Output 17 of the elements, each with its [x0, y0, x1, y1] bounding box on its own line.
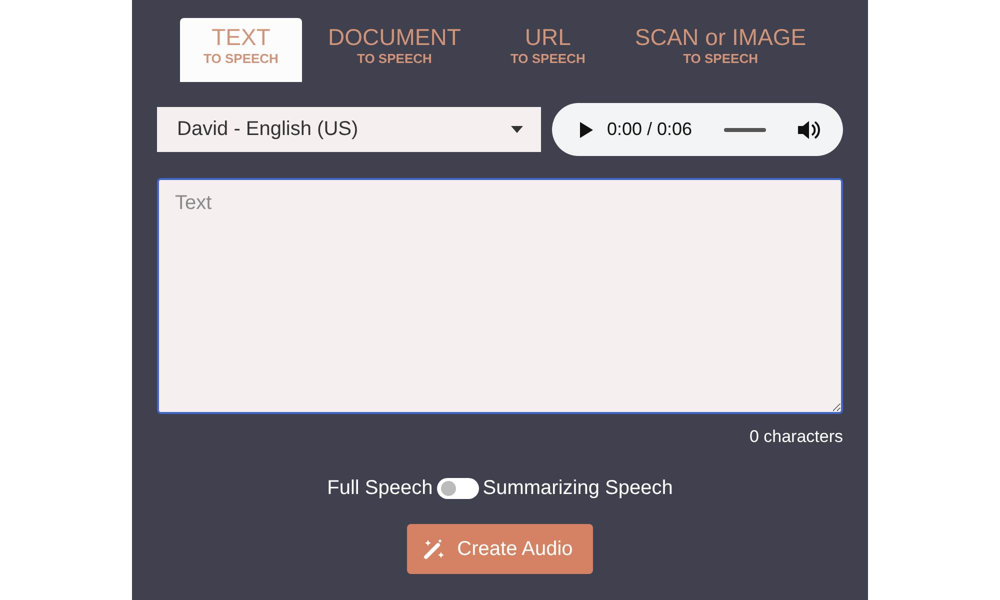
toggle-label: Summarizing Speech	[482, 477, 673, 500]
caret-icon	[511, 126, 523, 133]
toggle-label: Full Speech	[327, 477, 433, 500]
mode-switch[interactable]	[436, 478, 479, 499]
tab[interactable]: URL TO SPEECH	[486, 18, 609, 82]
character-count: 0 characters	[749, 427, 843, 447]
time-display: 0:00 / 0:06	[607, 119, 692, 140]
progress-slider[interactable]	[724, 128, 766, 132]
magic-wand-icon	[423, 538, 446, 560]
play-icon[interactable]	[580, 122, 593, 138]
voice-select[interactable]: David - English (US)	[157, 107, 541, 152]
tab[interactable]: SCAN or IMAGE TO SPEECH	[612, 18, 828, 82]
tab[interactable]: TEXT TO SPEECH	[180, 18, 302, 82]
create-audio-button[interactable]: Create Audio	[407, 524, 593, 574]
tab[interactable]: DOCUMENT TO SPEECH	[306, 18, 483, 82]
volume-icon[interactable]	[798, 120, 820, 140]
text-input[interactable]: Text	[157, 178, 843, 414]
